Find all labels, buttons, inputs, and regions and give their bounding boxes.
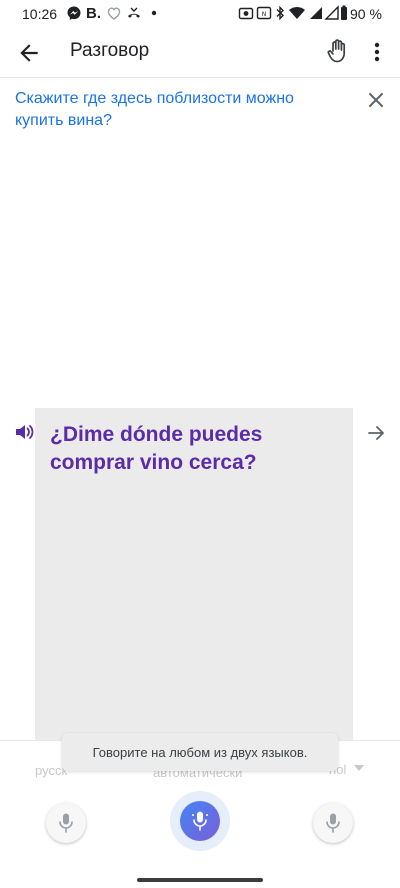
notification-dot-icon [151,10,157,16]
battery-icon [341,5,347,20]
signal-icon [310,7,322,19]
arrow-back-icon[interactable] [16,40,42,66]
more-vert-icon[interactable] [372,41,382,63]
mic-icon [59,813,73,833]
missed-call-icon [128,7,140,18]
battery-percent: 90 % [350,6,382,22]
carrier-letter: B. [86,5,101,22]
status-bar: 10:26 B. N 90 % [0,0,400,28]
speaker-icon[interactable] [13,421,35,443]
translated-text: ¿Dime dónde puedes comprar vino cerca? [50,423,263,474]
signal-secondary-icon [324,5,339,20]
bluetooth-icon [276,5,284,21]
screenshot-icon [238,7,254,20]
mic-center-button[interactable] [180,801,220,841]
heart-icon [107,7,121,20]
toast: Говорите на любом из двух языков. [62,733,338,771]
chevron-down-icon[interactable] [354,765,364,771]
toast-message: Говорите на любом из двух языков. [92,745,308,760]
nfc-icon: N [256,6,272,20]
close-icon[interactable] [366,90,386,110]
mic-icon [326,813,340,833]
mic-icon [192,811,208,831]
svg-text:N: N [262,11,267,18]
mic-right-button[interactable] [313,803,353,843]
gesture-nav-handle[interactable] [137,878,263,882]
status-time: 10:26 [22,6,58,22]
wifi-icon [289,7,305,19]
page-title: Разговор [70,40,150,61]
messenger-icon [67,6,81,20]
mic-left-button[interactable] [46,803,86,843]
arrow-forward-icon[interactable] [366,422,388,444]
source-text: Скажите где здесь поблизости можно купит… [15,90,294,129]
hand-icon[interactable] [326,38,350,64]
app-bar: Разговор [0,28,400,78]
